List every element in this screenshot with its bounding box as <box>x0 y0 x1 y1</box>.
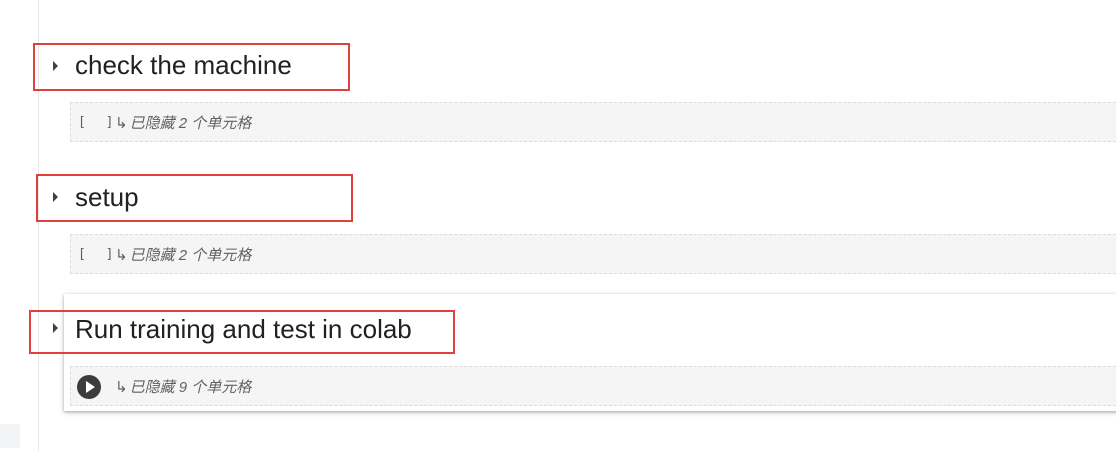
section-title[interactable]: setup <box>75 182 139 212</box>
hidden-cells-label[interactable]: ↳ 已隐藏 2 个单元格 <box>115 244 251 265</box>
cell-brackets: [ ] <box>78 114 120 130</box>
caret-right-icon[interactable] <box>53 323 58 333</box>
hidden-cells-label[interactable]: ↳ 已隐藏 2 个单元格 <box>115 112 251 133</box>
gutter-toggle[interactable] <box>0 424 20 448</box>
hidden-cells-label[interactable]: ↳ 已隐藏 9 个单元格 <box>115 376 251 397</box>
hidden-cells-row[interactable]: [ ] ↳ 已隐藏 2 个单元格 <box>70 102 1116 142</box>
hidden-cells-text: 已隐藏 9 个单元格 <box>129 378 252 396</box>
hidden-cells-row[interactable]: [ ] ↳ 已隐藏 2 个单元格 <box>70 234 1116 274</box>
hidden-cells-text: 已隐藏 2 个单元格 <box>129 114 252 132</box>
caret-right-icon[interactable] <box>53 192 58 202</box>
notebook-view: check the machine [ ] ↳ 已隐藏 2 个单元格 setup … <box>0 0 1116 451</box>
gutter-divider <box>38 0 39 451</box>
hidden-cells-text: 已隐藏 2 个单元格 <box>129 246 252 264</box>
return-arrow-icon: ↳ <box>115 246 128 264</box>
cell-brackets: [ ] <box>78 246 120 262</box>
hidden-cells-row[interactable]: ↳ 已隐藏 9 个单元格 <box>70 366 1116 406</box>
return-arrow-icon: ↳ <box>115 378 128 396</box>
section-title[interactable]: check the machine <box>75 50 292 80</box>
play-circle-icon[interactable] <box>77 375 101 399</box>
return-arrow-icon: ↳ <box>115 114 128 132</box>
caret-right-icon[interactable] <box>53 61 58 71</box>
section-title[interactable]: Run training and test in colab <box>75 314 412 344</box>
